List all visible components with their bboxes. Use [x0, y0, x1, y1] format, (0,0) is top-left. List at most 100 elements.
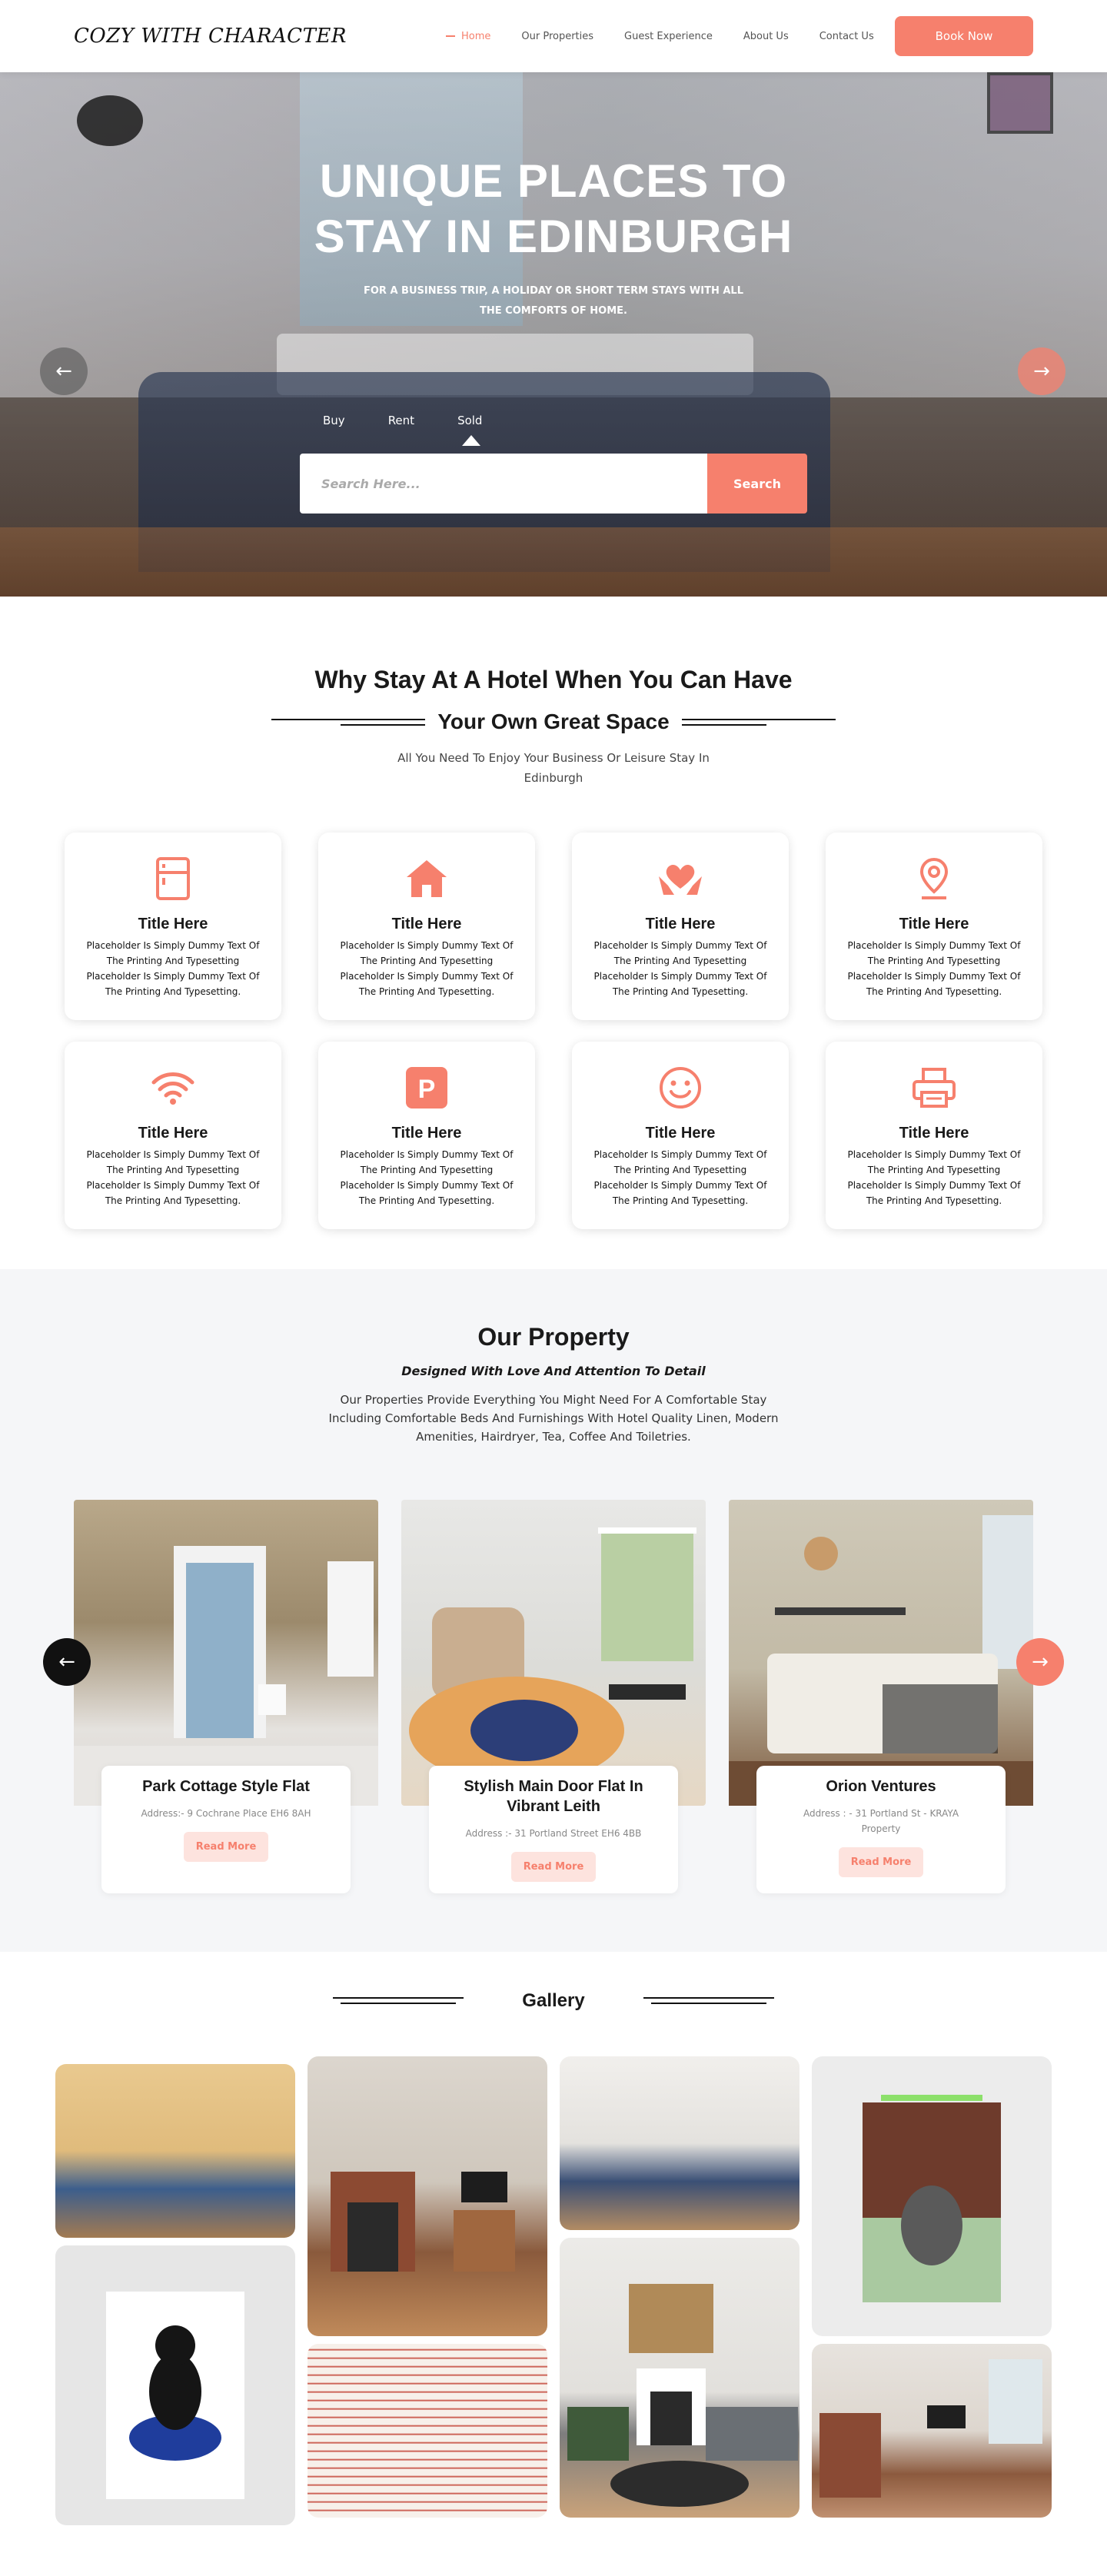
feature-text: Placeholder Is Simply Dummy Text Of The …: [847, 940, 1021, 997]
hero-subtitle: FOR A BUSINESS TRIP, A HOLIDAY OR SHORT …: [364, 285, 743, 317]
feature-card: Title Here Placeholder Is Simply Dummy T…: [826, 1042, 1042, 1229]
property-address: Address:- 9 Cochrane Place EH6 8AH: [141, 1808, 311, 1819]
arrow-right-icon: →: [1032, 1650, 1049, 1674]
hero-title: UNIQUE PLACES TO STAY IN EDINBURGH: [0, 154, 1107, 264]
svg-text:P: P: [418, 1075, 436, 1104]
why-description: All You Need To Enjoy Your Business Or L…: [397, 751, 710, 785]
decorative-lines-right: [643, 1997, 774, 2005]
feature-title: Title Here: [138, 1125, 208, 1142]
property-photo: [729, 1500, 1033, 1806]
gallery-section: Gallery: [0, 1952, 1107, 2536]
nav-item-home[interactable]: Home: [446, 31, 490, 42]
hero-next-button[interactable]: →: [1018, 347, 1065, 395]
wifi-icon: [150, 1065, 196, 1111]
property-photo: [401, 1500, 706, 1806]
top-nav: COZY WITH CHARACTER Home Our Properties …: [0, 0, 1107, 72]
gallery-title: Gallery: [522, 1990, 585, 2011]
property-description: Our Properties Provide Everything You Mi…: [328, 1393, 779, 1444]
main-menu: Home Our Properties Guest Experience Abo…: [446, 31, 874, 42]
feature-title: Title Here: [391, 916, 462, 932]
property-info: Orion Ventures Address : - 31 Portland S…: [756, 1766, 1006, 1893]
property-name: Park Cottage Style Flat: [142, 1778, 310, 1795]
gallery-image-bright-bedroom[interactable]: [560, 2056, 800, 2230]
property-prev-button[interactable]: ←: [43, 1638, 91, 1686]
feature-card: P Title Here Placeholder Is Simply Dummy…: [318, 1042, 535, 1229]
why-subtitle: Your Own Great Space: [437, 710, 670, 733]
hero-title-line1: UNIQUE PLACES TO: [319, 155, 788, 207]
read-more-button[interactable]: Read More: [183, 1832, 269, 1862]
hero-title-line2: STAY IN EDINBURGH: [314, 211, 793, 262]
feature-card: Title Here Placeholder Is Simply Dummy T…: [826, 833, 1042, 1020]
decorative-lines-right: [681, 717, 836, 726]
property-title: Our Property: [477, 1323, 630, 1351]
hero-wall-clock: [77, 95, 143, 146]
why-subtitle-row: Your Own Great Space: [0, 710, 1107, 734]
hero-banner: UNIQUE PLACES TO STAY IN EDINBURGH FOR A…: [0, 72, 1107, 597]
parking-icon: P: [404, 1065, 450, 1111]
gallery-image-bedroom[interactable]: [55, 2064, 295, 2238]
nav-item-about-us[interactable]: About Us: [743, 31, 789, 42]
feature-text: Placeholder Is Simply Dummy Text Of The …: [86, 1149, 260, 1206]
property-next-button[interactable]: →: [1016, 1638, 1064, 1686]
feature-title: Title Here: [391, 1125, 462, 1142]
location-pin-icon: [911, 856, 957, 902]
heart-hands-icon: [657, 856, 703, 902]
read-more-button[interactable]: Read More: [838, 1847, 924, 1877]
search-input[interactable]: [300, 454, 707, 514]
hero-wall-picture: [987, 72, 1053, 134]
nav-item-our-properties[interactable]: Our Properties: [521, 31, 593, 42]
feature-title: Title Here: [645, 916, 716, 932]
property-name: Stylish Main Door Flat In Vibrant Leith: [464, 1778, 643, 1815]
feature-text: Placeholder Is Simply Dummy Text Of The …: [340, 1149, 514, 1206]
arrow-left-icon: ←: [58, 1650, 75, 1674]
property-carousel: Park Cottage Style Flat Address:- 9 Coch…: [74, 1500, 1033, 1900]
read-more-button[interactable]: Read More: [510, 1852, 597, 1882]
why-section: Why Stay At A Hotel When You Can Have Yo…: [0, 597, 1107, 1269]
property-card[interactable]: Orion Ventures Address : - 31 Portland S…: [729, 1500, 1033, 1900]
fridge-icon: [150, 856, 196, 902]
property-address: Address : - 31 Portland St - KRAYA Prope…: [803, 1808, 959, 1834]
gallery-image-living-fireplace[interactable]: [308, 2056, 547, 2336]
property-tagline: Designed With Love And Attention To Deta…: [401, 1364, 706, 1378]
logo[interactable]: COZY WITH CHARACTER: [74, 25, 351, 48]
search-button[interactable]: Search: [707, 454, 807, 514]
features-grid: Title Here Placeholder Is Simply Dummy T…: [65, 833, 1042, 1229]
hero-prev-button[interactable]: ←: [40, 347, 88, 395]
property-address: Address :- 31 Portland Street EH6 4BB: [465, 1828, 642, 1839]
gallery-image-lounge[interactable]: [560, 2238, 800, 2518]
gallery-image-cat-poster[interactable]: [55, 2245, 295, 2525]
gallery-image-elephant-poster[interactable]: [812, 2056, 1052, 2336]
printer-icon: [911, 1065, 957, 1111]
decorative-lines-left: [271, 717, 426, 726]
nav-item-guest-experience[interactable]: Guest Experience: [624, 31, 713, 42]
feature-title: Title Here: [138, 916, 208, 932]
property-card[interactable]: Park Cottage Style Flat Address:- 9 Coch…: [74, 1500, 378, 1900]
feature-card: Title Here Placeholder Is Simply Dummy T…: [65, 833, 281, 1020]
property-photo: [74, 1500, 378, 1806]
gallery-heading: Gallery: [0, 1990, 1107, 2012]
feature-title: Title Here: [899, 916, 969, 932]
property-section: Our Property Designed With Love And Atte…: [0, 1269, 1107, 1952]
feature-card: Title Here Placeholder Is Simply Dummy T…: [318, 833, 535, 1020]
property-card[interactable]: Stylish Main Door Flat In Vibrant Leith …: [401, 1500, 706, 1900]
property-info: Park Cottage Style Flat Address:- 9 Coch…: [101, 1766, 351, 1893]
gallery-image-sitting-room[interactable]: [812, 2344, 1052, 2518]
feature-card: Title Here Placeholder Is Simply Dummy T…: [572, 1042, 789, 1229]
search-tabs: Buy Rent Sold: [323, 414, 482, 446]
feature-text: Placeholder Is Simply Dummy Text Of The …: [593, 940, 767, 997]
nav-item-contact-us[interactable]: Contact Us: [819, 31, 874, 42]
hero-floor: [0, 527, 1107, 597]
property-info: Stylish Main Door Flat In Vibrant Leith …: [429, 1766, 678, 1893]
feature-card: Title Here Placeholder Is Simply Dummy T…: [572, 833, 789, 1020]
feature-text: Placeholder Is Simply Dummy Text Of The …: [340, 940, 514, 997]
gallery-image-handwriting-art[interactable]: [308, 2344, 547, 2518]
tab-sold[interactable]: Sold: [457, 414, 482, 446]
decorative-lines-left: [333, 1997, 464, 2005]
arrow-left-icon: ←: [55, 360, 72, 383]
tab-rent[interactable]: Rent: [388, 414, 414, 427]
feature-title: Title Here: [645, 1125, 716, 1142]
feature-text: Placeholder Is Simply Dummy Text Of The …: [593, 1149, 767, 1206]
tab-buy[interactable]: Buy: [323, 414, 345, 427]
book-now-button[interactable]: Book Now: [895, 16, 1033, 56]
why-title: Why Stay At A Hotel When You Can Have: [314, 666, 793, 693]
